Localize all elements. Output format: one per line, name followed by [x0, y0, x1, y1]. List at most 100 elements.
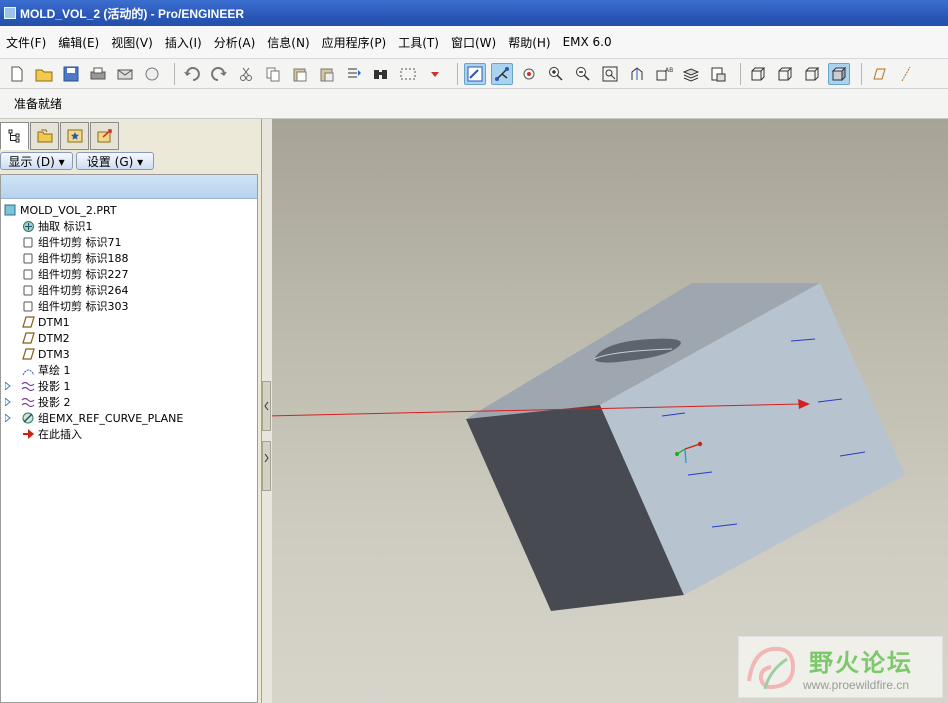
tab-model-tree[interactable]: [0, 122, 29, 150]
tree-item-label: DTM3: [38, 347, 70, 361]
shading-icon[interactable]: [828, 62, 850, 85]
settings-dropdown[interactable]: 设置 (G) ▾: [76, 152, 154, 170]
watermark-url: www.proewildfire.cn: [803, 678, 910, 692]
datum-plane-icon: [21, 347, 35, 361]
paste-special-icon[interactable]: [316, 63, 338, 85]
menu-applications[interactable]: 应用程序(P): [316, 34, 393, 51]
tree-item-label: 组件切剪 标识264: [38, 284, 129, 297]
cut-icon[interactable]: [235, 63, 257, 85]
tree-item-emx-ref-curve-plane[interactable]: 组EMX_REF_CURVE_PLANE: [5, 410, 183, 426]
menu-window[interactable]: 窗口(W): [445, 34, 502, 51]
tree-item-label: 组件切剪 标识188: [38, 252, 129, 265]
tree-item-cut-264[interactable]: 组件切剪 标识264: [21, 282, 129, 298]
menu-edit[interactable]: 编辑(E): [52, 34, 105, 51]
print-icon[interactable]: [87, 63, 109, 85]
tree-item-dtm1[interactable]: DTM1: [21, 314, 70, 330]
copy-icon[interactable]: [262, 63, 284, 85]
menu-emx[interactable]: EMX 6.0: [557, 35, 618, 49]
zoom-out-icon[interactable]: [572, 63, 594, 85]
menu-analysis[interactable]: 分析(A): [208, 34, 262, 51]
save-icon[interactable]: [60, 63, 82, 85]
no-hidden-icon[interactable]: [801, 63, 823, 85]
regenerate-icon[interactable]: [343, 63, 365, 85]
hidden-line-icon[interactable]: [774, 63, 796, 85]
orient-mode-icon[interactable]: [518, 63, 540, 85]
tree-item-insert-here[interactable]: 在此插入: [21, 426, 82, 442]
model-tree-header: [1, 175, 257, 199]
refit-icon[interactable]: [599, 63, 621, 85]
tree-item-cut-227[interactable]: 组件切剪 标识227: [21, 266, 129, 282]
undo-icon[interactable]: [181, 63, 203, 85]
projection-icon: [21, 395, 35, 409]
layers-icon[interactable]: [680, 63, 702, 85]
cut-icon: [21, 251, 35, 265]
tree-item-cut-188[interactable]: 组件切剪 标识188: [21, 250, 129, 266]
tree-item-cut-303[interactable]: 组件切剪 标识303: [21, 298, 129, 314]
expand-arrow-icon[interactable]: [5, 414, 11, 422]
dropdown-arrow-icon[interactable]: [424, 63, 446, 85]
tree-item-label: 草绘 1: [38, 364, 71, 377]
menu-file[interactable]: 文件(F): [0, 34, 52, 51]
watermark-title: 野火论坛: [809, 649, 913, 677]
tab-folder-browser[interactable]: [30, 122, 59, 150]
navigator-dropdowns: 显示 (D) ▾ 设置 (G) ▾: [0, 152, 157, 172]
status-message: 准备就绪: [14, 97, 63, 111]
open-folder-icon[interactable]: [33, 63, 55, 85]
tab-favorites[interactable]: [60, 122, 89, 150]
group-icon: [21, 411, 35, 425]
find-icon[interactable]: [370, 63, 392, 85]
tree-item-root[interactable]: MOLD_VOL_2.PRT: [3, 202, 117, 218]
menu-info[interactable]: 信息(N): [261, 34, 315, 51]
view-manager-icon[interactable]: [707, 63, 729, 85]
select-box-icon[interactable]: [397, 63, 419, 85]
insert-arrow-icon: [21, 427, 35, 441]
send-link-icon[interactable]: [141, 63, 163, 85]
menu-view[interactable]: 视图(V): [105, 34, 159, 51]
zoom-in-icon[interactable]: [545, 63, 567, 85]
tree-item-label: MOLD_VOL_2.PRT: [20, 203, 117, 217]
spin-center-icon[interactable]: [491, 62, 513, 85]
datum-planes-toggle-icon[interactable]: [868, 63, 890, 85]
expand-arrow-icon[interactable]: [5, 398, 11, 406]
expand-arrow-icon[interactable]: [5, 382, 11, 390]
menu-help[interactable]: 帮助(H): [502, 34, 556, 51]
saved-views-icon[interactable]: AB: [653, 63, 675, 85]
paste-icon[interactable]: [289, 63, 311, 85]
window-title: MOLD_VOL_2 (活动的) - Pro/ENGINEER: [20, 6, 245, 21]
tree-item-label: DTM1: [38, 315, 70, 329]
model-tree: MOLD_VOL_2.PRT 抽取 标识1 组件切剪 标识71 组件切剪 标识1…: [0, 174, 258, 703]
tree-item-cut-71[interactable]: 组件切剪 标识71: [21, 234, 122, 250]
extract-icon: [21, 219, 35, 233]
menu-tools[interactable]: 工具(T): [392, 34, 445, 51]
new-file-icon[interactable]: [6, 63, 28, 85]
tree-item-dtm2[interactable]: DTM2: [21, 330, 70, 346]
send-mail-icon[interactable]: [114, 63, 136, 85]
pane-splitter[interactable]: [262, 119, 272, 703]
datum-plane-icon: [21, 331, 35, 345]
menu-insert[interactable]: 插入(I): [159, 34, 208, 51]
show-dropdown[interactable]: 显示 (D) ▾: [0, 152, 73, 170]
splitter-grip-collapse[interactable]: [262, 381, 271, 431]
tree-item-projection-1[interactable]: 投影 1: [5, 378, 71, 394]
app-icon: [4, 7, 16, 19]
tree-item-projection-2[interactable]: 投影 2: [5, 394, 71, 410]
tree-item-label: 投影 1: [38, 380, 71, 393]
datum-axes-toggle-icon[interactable]: [895, 63, 917, 85]
tree-item-sketch-1[interactable]: 草绘 1: [21, 362, 71, 378]
repaint-icon[interactable]: [464, 62, 486, 85]
cut-icon: [21, 267, 35, 281]
tab-connections[interactable]: [90, 122, 119, 150]
tree-item-label: 组件切剪 标识227: [38, 268, 129, 281]
graphics-window[interactable]: [272, 119, 948, 703]
tree-item-dtm3[interactable]: DTM3: [21, 346, 70, 362]
datum-plane-icon: [21, 315, 35, 329]
tree-item-extract[interactable]: 抽取 标识1: [21, 218, 93, 234]
cut-icon: [21, 299, 35, 313]
model-navigator: 显示 (D) ▾ 设置 (G) ▾ MOLD_VOL_2.PRT 抽取 标识1 …: [0, 119, 262, 703]
splitter-grip-expand[interactable]: [262, 441, 271, 491]
toolbar-separator: [457, 62, 458, 85]
cut-icon: [21, 235, 35, 249]
reorient-icon[interactable]: [626, 63, 648, 85]
wireframe-icon[interactable]: [747, 63, 769, 85]
redo-icon[interactable]: [208, 63, 230, 85]
